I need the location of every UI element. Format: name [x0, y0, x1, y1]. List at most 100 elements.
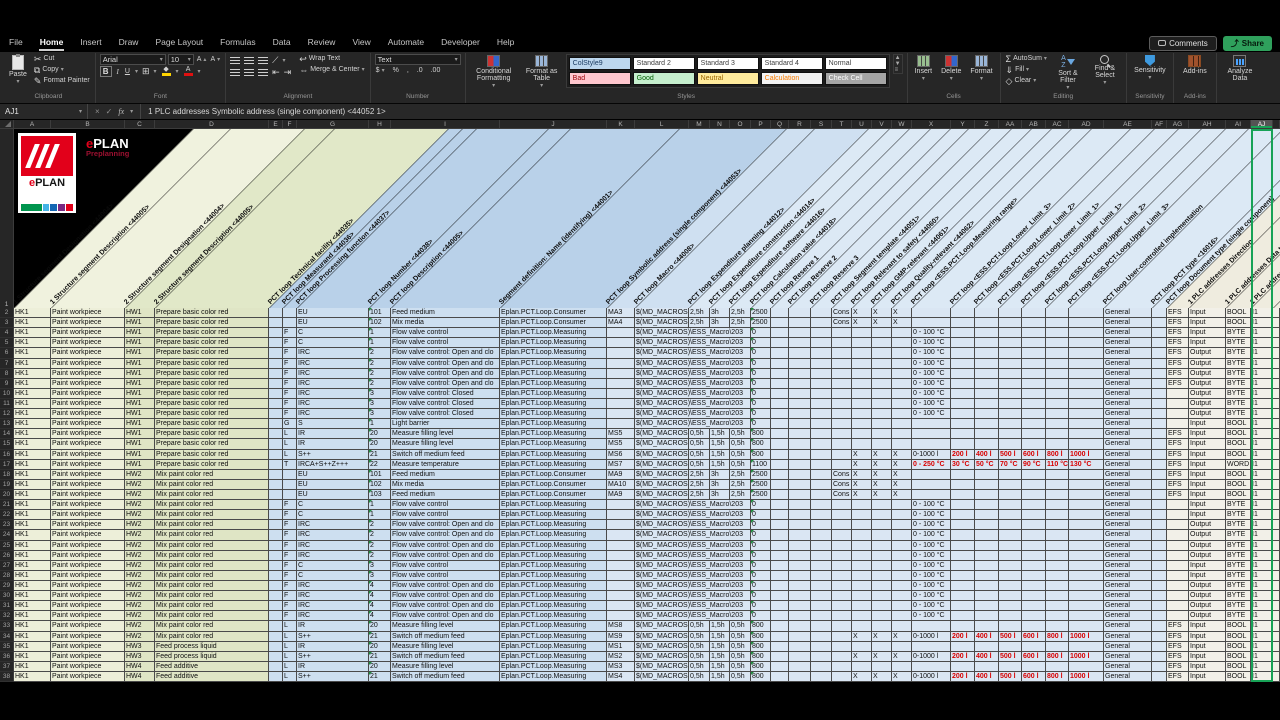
cell-D22[interactable]: Mix paint color red: [155, 510, 269, 520]
cell-AJ24[interactable]: I1: [1251, 530, 1273, 540]
cell-I25[interactable]: Flow valve control: Open and clo: [391, 541, 500, 551]
cell-E8[interactable]: [269, 369, 283, 379]
cell-AH15[interactable]: Input: [1189, 439, 1226, 449]
cell-G19[interactable]: EU: [297, 480, 369, 490]
cell-AC6[interactable]: [1046, 348, 1069, 358]
cell-D34[interactable]: Mix paint color red: [155, 632, 269, 642]
cell-AA21[interactable]: [999, 500, 1022, 510]
cell-AA5[interactable]: [999, 338, 1022, 348]
cell-S24[interactable]: [811, 530, 832, 540]
cell-C25[interactable]: HW2: [125, 541, 155, 551]
cell-T2[interactable]: Cons: [832, 308, 852, 318]
cell-T26[interactable]: [832, 551, 852, 561]
cell-B35[interactable]: Paint workpiece: [51, 642, 125, 652]
column-header-D[interactable]: D: [155, 120, 269, 128]
cell-AG13[interactable]: [1167, 419, 1189, 429]
cell-Y27[interactable]: [951, 561, 975, 571]
cell-P4[interactable]: 0: [751, 328, 771, 338]
cell-J34[interactable]: Eplan.PCT.Loop.Measuring: [500, 632, 607, 642]
cell-P14[interactable]: 800: [751, 429, 771, 439]
cell-W23[interactable]: [892, 520, 912, 530]
cell-AD21[interactable]: [1069, 500, 1104, 510]
cell-C15[interactable]: HW1: [125, 439, 155, 449]
cell-AG31[interactable]: [1167, 601, 1189, 611]
cell-S6[interactable]: [811, 348, 832, 358]
cell-Q6[interactable]: [771, 348, 789, 358]
cell-AD4[interactable]: [1069, 328, 1104, 338]
cell-J26[interactable]: Eplan.PCT.Loop.Measuring: [500, 551, 607, 561]
cell-R3[interactable]: [789, 318, 811, 328]
cell-AC34[interactable]: 800 l: [1046, 632, 1069, 642]
cell-AF3[interactable]: [1152, 318, 1167, 328]
cell-AA35[interactable]: [999, 642, 1022, 652]
cell-AE22[interactable]: General: [1104, 510, 1152, 520]
column-header-Y[interactable]: Y: [951, 120, 975, 128]
cell-AJ15[interactable]: I1: [1251, 439, 1273, 449]
cell-AE37[interactable]: General: [1104, 662, 1152, 672]
cell-R14[interactable]: [789, 429, 811, 439]
cell-F4[interactable]: F: [283, 328, 297, 338]
cell-AF16[interactable]: [1152, 450, 1167, 460]
cell-C28[interactable]: HW2: [125, 571, 155, 581]
row-number-12[interactable]: 12: [0, 409, 14, 419]
cell-AB36[interactable]: 600 l: [1022, 652, 1046, 662]
cell-partial-20[interactable]: [1273, 490, 1280, 500]
cell-L24[interactable]: $(MD_MACROS)\ESS_Macro\203: [635, 530, 751, 540]
cell-R28[interactable]: [789, 571, 811, 581]
cell-AE26[interactable]: General: [1104, 551, 1152, 561]
cell-X36[interactable]: 0-1000 l: [912, 652, 951, 662]
cell-AE8[interactable]: General: [1104, 369, 1152, 379]
cell-P32[interactable]: 0: [751, 611, 771, 621]
cell-AF28[interactable]: [1152, 571, 1167, 581]
cell-K18[interactable]: MA9: [607, 470, 635, 480]
cell-AB25[interactable]: [1022, 541, 1046, 551]
cell-W7[interactable]: [892, 359, 912, 369]
cell-AE4[interactable]: General: [1104, 328, 1152, 338]
cell-AB5[interactable]: [1022, 338, 1046, 348]
cell-Z33[interactable]: [975, 621, 999, 631]
cell-X37[interactable]: [912, 662, 951, 672]
cell-U22[interactable]: [852, 510, 872, 520]
cell-U4[interactable]: [852, 328, 872, 338]
cell-Z18[interactable]: [975, 470, 999, 480]
cell-L30[interactable]: $(MD_MACROS)\ESS_Macro\203: [635, 591, 751, 601]
cell-X31[interactable]: 0 - 100 °C: [912, 601, 951, 611]
cell-X6[interactable]: 0 - 100 °C: [912, 348, 951, 358]
column-header-AD[interactable]: AD: [1069, 120, 1104, 128]
ribbon-tab-developer[interactable]: Developer: [440, 36, 481, 51]
cell-partial-36[interactable]: [1273, 652, 1280, 662]
cell-AJ35[interactable]: I1: [1251, 642, 1273, 652]
cell-AF29[interactable]: [1152, 581, 1167, 591]
cell-F6[interactable]: F: [283, 348, 297, 358]
column-header-E[interactable]: E: [269, 120, 283, 128]
cell-E32[interactable]: [269, 611, 283, 621]
cell-A2[interactable]: HK1: [14, 308, 51, 318]
cell-N19[interactable]: 3h: [710, 480, 730, 490]
cell-R34[interactable]: [789, 632, 811, 642]
cell-AA23[interactable]: [999, 520, 1022, 530]
cell-AD15[interactable]: [1069, 439, 1104, 449]
cell-AE33[interactable]: General: [1104, 621, 1152, 631]
cell-AJ7[interactable]: I1: [1251, 359, 1273, 369]
cell-Q4[interactable]: [771, 328, 789, 338]
column-header-J[interactable]: J: [500, 120, 607, 128]
cell-T10[interactable]: [832, 389, 852, 399]
cell-E21[interactable]: [269, 500, 283, 510]
cell-Z36[interactable]: 400 l: [975, 652, 999, 662]
cell-AJ23[interactable]: I1: [1251, 520, 1273, 530]
cell-I2[interactable]: Feed medium: [391, 308, 500, 318]
cell-Z38[interactable]: 400 l: [975, 672, 999, 682]
cell-T37[interactable]: [832, 662, 852, 672]
cell-AG19[interactable]: EFS: [1167, 480, 1189, 490]
cell-Q37[interactable]: [771, 662, 789, 672]
cell-AH30[interactable]: Output: [1189, 591, 1226, 601]
cell-AI16[interactable]: BOOL: [1226, 450, 1251, 460]
align-bottom-icon[interactable]: [258, 57, 268, 65]
cell-C8[interactable]: HW1: [125, 369, 155, 379]
cell-G38[interactable]: S++: [297, 672, 369, 682]
cell-X26[interactable]: 0 - 100 °C: [912, 551, 951, 561]
cell-L32[interactable]: $(MD_MACROS)\ESS_Macro\203: [635, 611, 751, 621]
row-number-16[interactable]: 16: [0, 450, 14, 460]
cell-D15[interactable]: Prepare basic color red: [155, 439, 269, 449]
cell-K8[interactable]: [607, 369, 635, 379]
